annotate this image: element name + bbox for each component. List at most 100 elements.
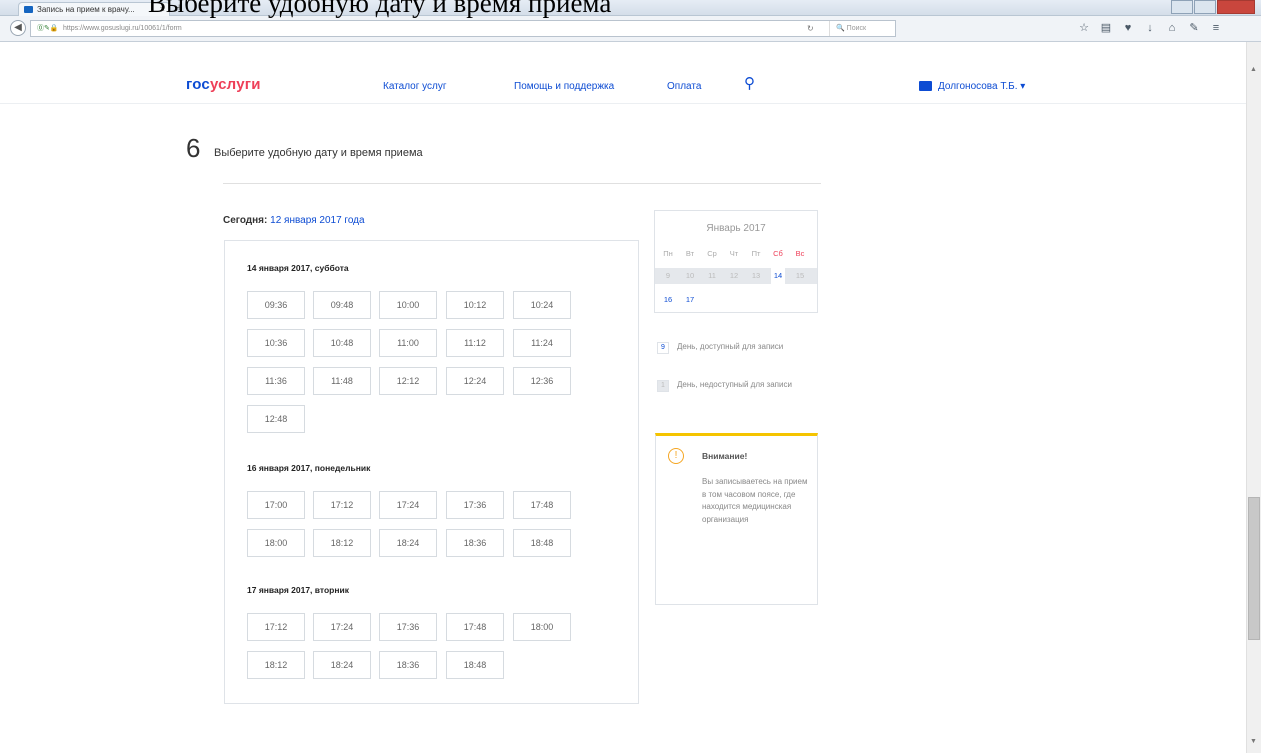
time-slot-button[interactable]: 11:24 bbox=[513, 329, 571, 357]
today-date-link[interactable]: 12 января 2017 года bbox=[270, 215, 364, 226]
time-slot-button[interactable]: 17:48 bbox=[446, 613, 504, 641]
url-text: https://www.gosuslugi.ru/10061/1/form bbox=[63, 25, 182, 32]
time-slot-button[interactable]: 18:24 bbox=[379, 529, 437, 557]
time-slot-button[interactable]: 10:48 bbox=[313, 329, 371, 357]
time-slot-button[interactable]: 17:36 bbox=[379, 613, 437, 641]
site-header: госуслуги Каталог услуг Помощь и поддерж… bbox=[0, 68, 1246, 104]
legend-unavailable-text: День, недоступный для записи bbox=[677, 380, 792, 389]
legend-available: 9 День, доступный для записи bbox=[657, 341, 807, 369]
time-slot-button[interactable]: 17:12 bbox=[313, 491, 371, 519]
day-title: 16 января 2017, понедельник bbox=[247, 463, 371, 473]
calendar-weekday: Вс bbox=[795, 249, 805, 258]
time-slot-button[interactable]: 18:24 bbox=[313, 651, 371, 679]
back-arrow-icon[interactable]: ◀ bbox=[10, 20, 26, 36]
time-slot-button[interactable]: 12:24 bbox=[446, 367, 504, 395]
time-slot-button[interactable]: 11:00 bbox=[379, 329, 437, 357]
time-slot-button[interactable]: 18:12 bbox=[313, 529, 371, 557]
calendar-day-unavailable: 13 bbox=[751, 271, 761, 280]
time-slots-panel: 14 января 2017, суббота 09:36 09:48 10:00 10… bbox=[224, 240, 639, 704]
warning-icon: ! bbox=[668, 448, 684, 464]
menu-icon[interactable]: ≡ bbox=[1205, 21, 1227, 35]
day-title: 14 января 2017, суббота bbox=[247, 263, 349, 273]
calendar: Январь 2017 Пн Вт Ср Чт Пт Сб Вс 9 10 11 12 13 14 15… bbox=[654, 210, 818, 313]
time-slot-button[interactable]: 10:12 bbox=[446, 291, 504, 319]
time-slot-button[interactable]: 18:00 bbox=[247, 529, 305, 557]
window-controls bbox=[1170, 0, 1255, 14]
time-slot-button[interactable]: 11:12 bbox=[446, 329, 504, 357]
calendar-day-available[interactable]: 14 bbox=[771, 268, 785, 284]
time-slot-button[interactable]: 18:00 bbox=[513, 613, 571, 641]
lock-icon: ⓪✎🔒 bbox=[37, 25, 59, 32]
reload-icon[interactable]: ↻ bbox=[807, 21, 814, 36]
user-menu[interactable]: Долгоносова Т.Б. ▾ bbox=[919, 81, 1025, 92]
time-slot-button[interactable]: 10:36 bbox=[247, 329, 305, 357]
search-icon[interactable]: ⚲ bbox=[744, 74, 755, 92]
attention-title: Внимание! bbox=[702, 451, 748, 461]
time-slot-button[interactable]: 11:36 bbox=[247, 367, 305, 395]
unavailable-day-sample: 1 bbox=[657, 380, 669, 392]
today-line: Сегодня: 12 января 2017 года bbox=[223, 215, 365, 226]
close-window-button[interactable] bbox=[1217, 0, 1255, 14]
calendar-day-unavailable: 15 bbox=[795, 271, 805, 280]
time-slot-button[interactable]: 12:48 bbox=[247, 405, 305, 433]
pocket-icon[interactable]: ♥ bbox=[1117, 21, 1139, 35]
home-icon[interactable]: ⌂ bbox=[1161, 21, 1183, 35]
download-icon[interactable]: ↓ bbox=[1139, 21, 1161, 35]
calendar-day-unavailable: 12 bbox=[729, 271, 739, 280]
legend-unavailable: 1 День, недоступный для записи bbox=[657, 379, 807, 407]
mail-icon bbox=[919, 81, 932, 92]
time-slot-button[interactable]: 10:24 bbox=[513, 291, 571, 319]
scroll-up-arrow-icon[interactable]: ▲ bbox=[1250, 66, 1257, 73]
calendar-day-available[interactable]: 16 bbox=[661, 292, 675, 308]
time-slot-button[interactable]: 17:24 bbox=[313, 613, 371, 641]
calendar-weekday: Ср bbox=[707, 249, 717, 258]
time-slot-button[interactable]: 18:12 bbox=[247, 651, 305, 679]
time-slot-button[interactable]: 12:36 bbox=[513, 367, 571, 395]
scroll-down-arrow-icon[interactable]: ▼ bbox=[1250, 738, 1257, 745]
time-slot-button[interactable]: 17:36 bbox=[446, 491, 504, 519]
calendar-weekday: Пн bbox=[663, 249, 673, 258]
time-slot-button[interactable]: 11:48 bbox=[313, 367, 371, 395]
available-day-sample: 9 bbox=[657, 342, 669, 354]
nav-payment-link[interactable]: Оплата bbox=[667, 81, 701, 92]
bookmark-star-icon[interactable]: ☆ bbox=[1073, 21, 1095, 35]
browser-search-input[interactable]: 🔍 Поиск bbox=[829, 21, 929, 36]
today-label: Сегодня: bbox=[223, 215, 268, 226]
step-number: 6 bbox=[186, 133, 201, 163]
minimize-button[interactable] bbox=[1171, 0, 1193, 14]
gosuslugi-logo[interactable]: госуслуги bbox=[186, 76, 261, 93]
scrollbar-thumb[interactable] bbox=[1248, 497, 1260, 640]
time-slot-button[interactable]: 18:36 bbox=[379, 651, 437, 679]
calendar-weekday: Сб bbox=[773, 249, 783, 258]
browser-toolbar: ◀ ⓪✎🔒 https://www.gosuslugi.ru/10061/1/f… bbox=[0, 16, 1261, 42]
time-slot-button[interactable]: 17:00 bbox=[247, 491, 305, 519]
reading-list-icon[interactable]: ▤ bbox=[1095, 21, 1117, 35]
step-title: Выберите удобную дату и время приема bbox=[214, 147, 423, 159]
calendar-day-available[interactable]: 17 bbox=[683, 292, 697, 308]
time-slot-button[interactable]: 10:00 bbox=[379, 291, 437, 319]
time-slot-button[interactable]: 17:24 bbox=[379, 491, 437, 519]
attention-notice: ! Внимание! Вы записываетесь на прием в … bbox=[655, 433, 818, 605]
time-slot-button[interactable]: 12:12 bbox=[379, 367, 437, 395]
nav-catalog-link[interactable]: Каталог услуг bbox=[383, 81, 447, 92]
maximize-button[interactable] bbox=[1194, 0, 1216, 14]
time-slot-button[interactable]: 17:12 bbox=[247, 613, 305, 641]
nav-help-link[interactable]: Помощь и поддержка bbox=[514, 81, 614, 92]
tab-title: Запись на прием к врачу... bbox=[37, 5, 135, 14]
time-slot-button[interactable]: 18:48 bbox=[513, 529, 571, 557]
time-slot-button[interactable]: 09:48 bbox=[313, 291, 371, 319]
toolbar-icons: ☆ ▤ ♥ ↓ ⌂ ✎ ≡ bbox=[1073, 21, 1227, 35]
attention-text: Вы записываетесь на прием в том часовом … bbox=[702, 477, 808, 524]
addon-icon[interactable]: ✎ bbox=[1183, 21, 1205, 35]
calendar-day-unavailable: 11 bbox=[708, 271, 716, 280]
time-slot-button[interactable]: 09:36 bbox=[247, 291, 305, 319]
address-bar[interactable]: ⓪✎🔒 https://www.gosuslugi.ru/10061/1/for… bbox=[30, 20, 896, 37]
time-slot-button[interactable]: 18:36 bbox=[446, 529, 504, 557]
page-scrollbar[interactable]: ▲ ▼ bbox=[1246, 42, 1261, 753]
calendar-weekday: Пт bbox=[751, 249, 761, 258]
calendar-weekday: Чт bbox=[729, 249, 739, 258]
calendar-day-unavailable: 9 bbox=[665, 271, 671, 280]
time-slot-button[interactable]: 17:48 bbox=[513, 491, 571, 519]
calendar-weekday: Вт bbox=[685, 249, 695, 258]
time-slot-button[interactable]: 18:48 bbox=[446, 651, 504, 679]
